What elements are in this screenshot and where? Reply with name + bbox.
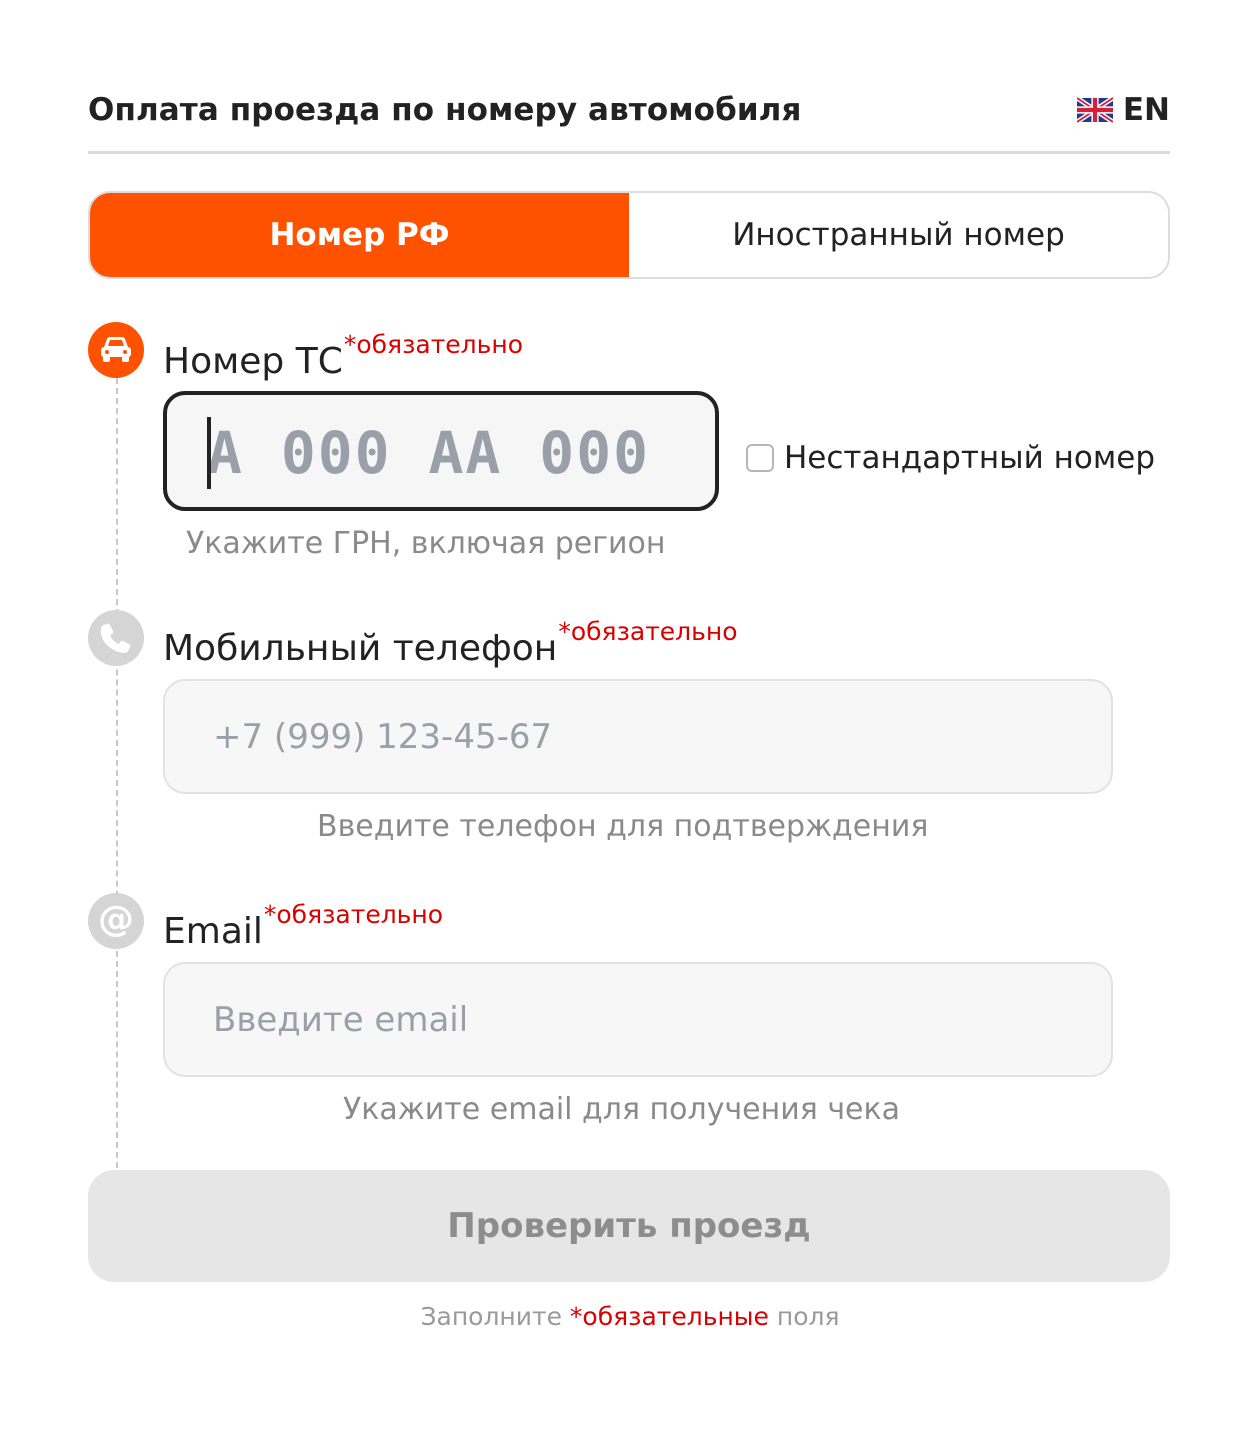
page-title: Оплата проезда по номеру автомобиля	[88, 92, 802, 128]
required-mark: *обязательно	[263, 900, 444, 929]
steps-timeline	[116, 378, 118, 1168]
required-mark: *обязательно	[558, 617, 738, 646]
nonstandard-plate-option[interactable]: Нестандартный номер	[746, 440, 1155, 476]
email-input[interactable]	[213, 992, 1073, 1048]
uk-flag-icon	[1076, 97, 1113, 123]
phone-field[interactable]	[163, 679, 1113, 794]
plate-type-tabs: Номер РФ Иностранный номер	[88, 191, 1170, 279]
check-trip-button[interactable]: Проверить проезд	[88, 1170, 1170, 1282]
vehicle-number-label-text: Номер ТС	[163, 341, 343, 382]
footer-required-word: *обязательные	[569, 1302, 769, 1331]
vehicle-number-label: Номер ТС*обязательно	[163, 330, 523, 382]
email-hint: Укажите email для получения чека	[343, 1092, 901, 1127]
phone-label-text: Мобильный телефон	[163, 628, 558, 669]
tab-foreign-plate[interactable]: Иностранный номер	[629, 193, 1168, 277]
phone-icon	[88, 610, 144, 666]
nonstandard-plate-label: Нестандартный номер	[784, 440, 1156, 476]
form-header: Оплата проезда по номеру автомобиля EN	[88, 80, 1170, 154]
phone-label: Мобильный телефон*обязательно	[163, 617, 738, 669]
at-sign-icon: @	[88, 893, 144, 949]
payment-form-page: Оплата проезда по номеру автомобиля EN Н…	[0, 0, 1260, 1444]
footer-suffix: поля	[768, 1302, 840, 1331]
required-fields-note: Заполните *обязательные поля	[0, 1302, 1260, 1331]
footer-prefix: Заполните	[420, 1302, 570, 1331]
nonstandard-plate-checkbox[interactable]	[746, 444, 774, 472]
required-mark: *обязательно	[343, 330, 523, 359]
phone-input[interactable]	[213, 709, 1073, 765]
tab-russian-plate[interactable]: Номер РФ	[90, 193, 629, 277]
text-caret	[207, 417, 211, 489]
car-icon	[88, 322, 144, 378]
plate-input-box[interactable]	[163, 391, 719, 511]
phone-hint: Введите телефон для подтверждения	[317, 809, 929, 844]
plate-number-input[interactable]	[207, 413, 677, 493]
email-label-text: Email	[163, 911, 263, 952]
language-label: EN	[1122, 92, 1170, 128]
language-switch[interactable]: EN	[1076, 92, 1170, 128]
email-label: Email*обязательно	[163, 900, 443, 952]
email-field[interactable]	[163, 962, 1113, 1077]
vehicle-number-hint: Укажите ГРН, включая регион	[186, 526, 666, 561]
